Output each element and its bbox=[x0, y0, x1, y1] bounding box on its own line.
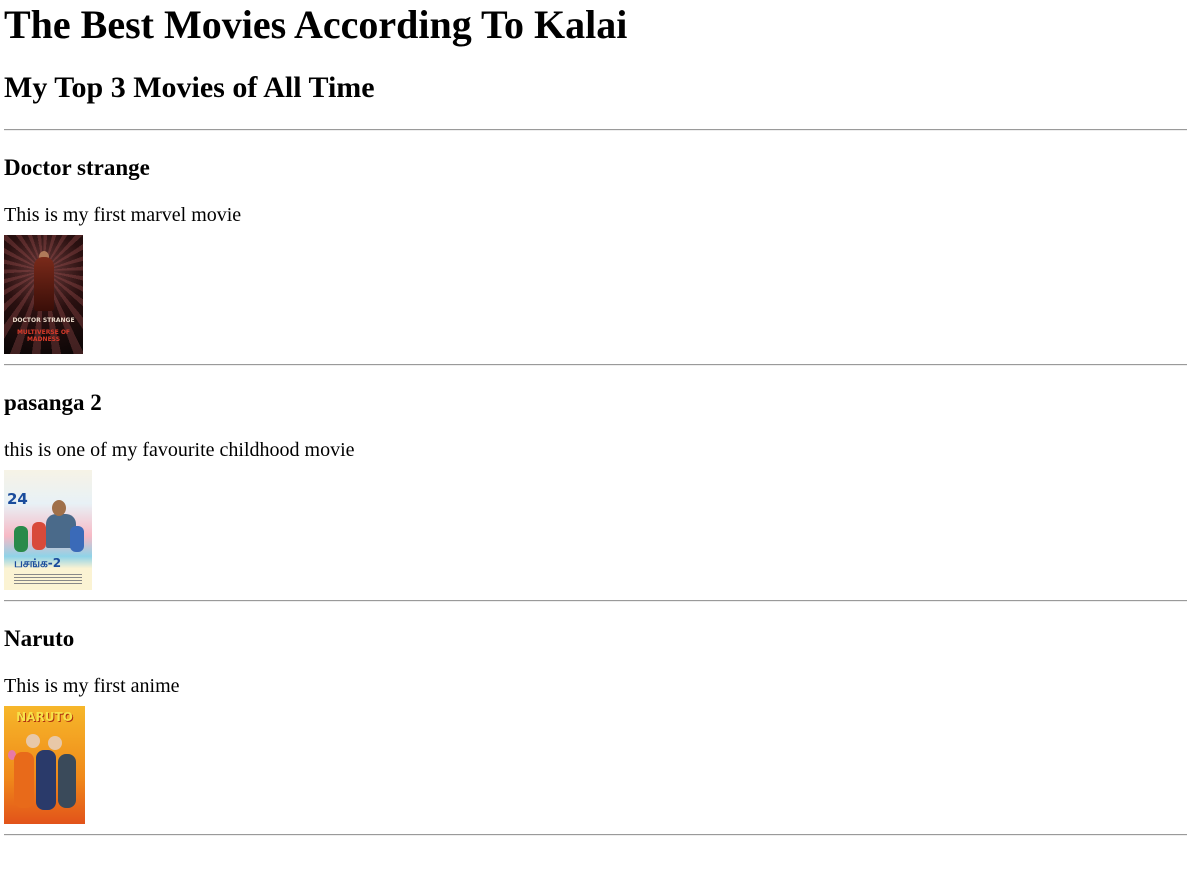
movie-item: Doctor strange This is my first marvel m… bbox=[4, 131, 1187, 354]
doctor-strange-poster: DOCTOR STRANGE MULTIVERSE OF MADNESS bbox=[4, 235, 83, 354]
movie-title: Naruto bbox=[4, 626, 75, 651]
movie-item: pasanga 2 this is one of my favourite ch… bbox=[4, 366, 1187, 590]
movie-description: This is my first anime bbox=[4, 675, 180, 697]
poster-text: பசங்க-2 bbox=[14, 556, 62, 570]
poster-text: 24 bbox=[7, 490, 28, 508]
page-subtitle: My Top 3 Movies of All Time bbox=[4, 71, 375, 104]
divider bbox=[4, 834, 1187, 836]
movie-title: Doctor strange bbox=[4, 155, 150, 180]
movie-description: This is my first marvel movie bbox=[4, 204, 242, 226]
movie-item: Naruto This is my first anime NARUTO bbox=[4, 602, 1187, 824]
page-title: The Best Movies According To Kalai bbox=[4, 2, 628, 47]
naruto-poster: NARUTO bbox=[4, 706, 85, 824]
poster-text: NARUTO bbox=[16, 710, 73, 724]
movie-title: pasanga 2 bbox=[4, 390, 102, 415]
pasanga-2-poster: 24 பசங்க-2 bbox=[4, 470, 92, 590]
page: The Best Movies According To Kalai My To… bbox=[0, 0, 1187, 836]
movie-description: this is one of my favourite childhood mo… bbox=[4, 439, 355, 461]
poster-text: DOCTOR STRANGE bbox=[12, 317, 75, 324]
poster-text: MULTIVERSE OF MADNESS bbox=[16, 329, 71, 343]
